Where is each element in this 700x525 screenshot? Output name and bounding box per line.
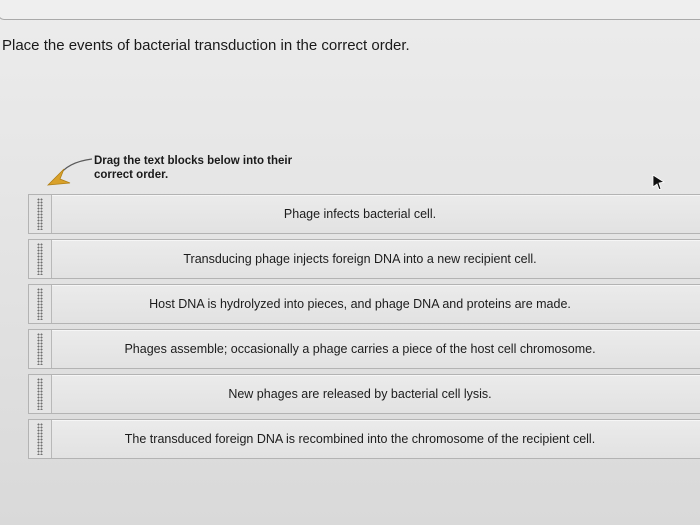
block-label: The transduced foreign DNA is recombined… bbox=[124, 432, 596, 446]
drag-instruction: Drag the text blocks below into their co… bbox=[94, 155, 293, 181]
curved-arrow-icon bbox=[46, 158, 93, 186]
drag-handle[interactable] bbox=[29, 285, 52, 323]
draggable-block[interactable]: Transducing phage injects foreign DNA in… bbox=[28, 239, 700, 279]
drag-handle[interactable] bbox=[29, 330, 52, 368]
grip-icon bbox=[37, 288, 43, 320]
mouse-pointer-icon bbox=[652, 174, 666, 190]
draggable-block[interactable]: The transduced foreign DNA is recombined… bbox=[28, 419, 700, 459]
grip-icon bbox=[37, 333, 43, 365]
grip-icon bbox=[37, 378, 43, 410]
question-text: Place the events of bacterial transducti… bbox=[2, 37, 410, 54]
drag-handle[interactable] bbox=[29, 240, 52, 278]
block-label: New phages are released by bacterial cel… bbox=[228, 387, 492, 401]
draggable-block[interactable]: New phages are released by bacterial cel… bbox=[28, 374, 700, 414]
grip-icon bbox=[37, 423, 43, 455]
drag-handle[interactable] bbox=[29, 195, 52, 233]
draggable-list: Phage infects bacterial cell. Transducin… bbox=[28, 194, 700, 464]
drag-handle[interactable] bbox=[29, 420, 52, 458]
grip-icon bbox=[37, 198, 43, 230]
block-label: Phage infects bacterial cell. bbox=[283, 207, 437, 221]
block-label: Phages assemble; occasionally a phage ca… bbox=[124, 342, 596, 356]
block-label: Host DNA is hydrolyzed into pieces, and … bbox=[149, 297, 571, 311]
draggable-block[interactable]: Phages assemble; occasionally a phage ca… bbox=[28, 329, 700, 369]
grip-icon bbox=[37, 243, 43, 275]
draggable-block[interactable]: Host DNA is hydrolyzed into pieces, and … bbox=[28, 284, 700, 324]
draggable-block[interactable]: Phage infects bacterial cell. bbox=[28, 194, 700, 234]
block-label: Transducing phage injects foreign DNA in… bbox=[183, 252, 537, 266]
top-frame bbox=[0, 0, 700, 20]
drag-handle[interactable] bbox=[29, 375, 52, 413]
